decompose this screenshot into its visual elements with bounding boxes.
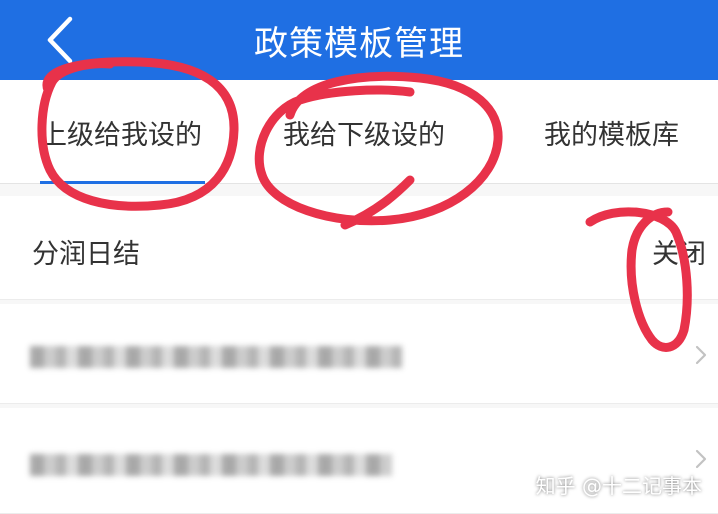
list-item-daily-settlement[interactable]: 分润日结 关闭 [0,196,718,300]
page-title: 政策模板管理 [254,23,464,64]
chevron-left-icon [47,16,73,64]
row-label: 分润日结 [32,239,140,270]
row-status-value: 关闭 [652,239,706,270]
screen: 政策模板管理 上级给我设的 我给下级设的 我的模板库 分润日结 关闭 知乎 @十… [0,0,718,514]
tab-assigned-by-superior[interactable]: 上级给我设的 [40,80,202,184]
tab-bar: 上级给我设的 我给下级设的 我的模板库 [0,80,718,184]
list-item[interactable] [0,304,718,404]
header-bar: 政策模板管理 [0,0,718,80]
watermark: 知乎 @十二记事本 [535,474,702,498]
chevron-right-icon [695,345,707,365]
blurred-text [30,346,402,368]
tab-assigned-to-subordinate[interactable]: 我给下级设的 [283,80,445,184]
back-button[interactable] [30,10,90,70]
blurred-text [30,454,392,476]
tab-my-template-library[interactable]: 我的模板库 [544,80,679,184]
active-tab-indicator [40,181,205,184]
chevron-right-icon [695,449,707,469]
